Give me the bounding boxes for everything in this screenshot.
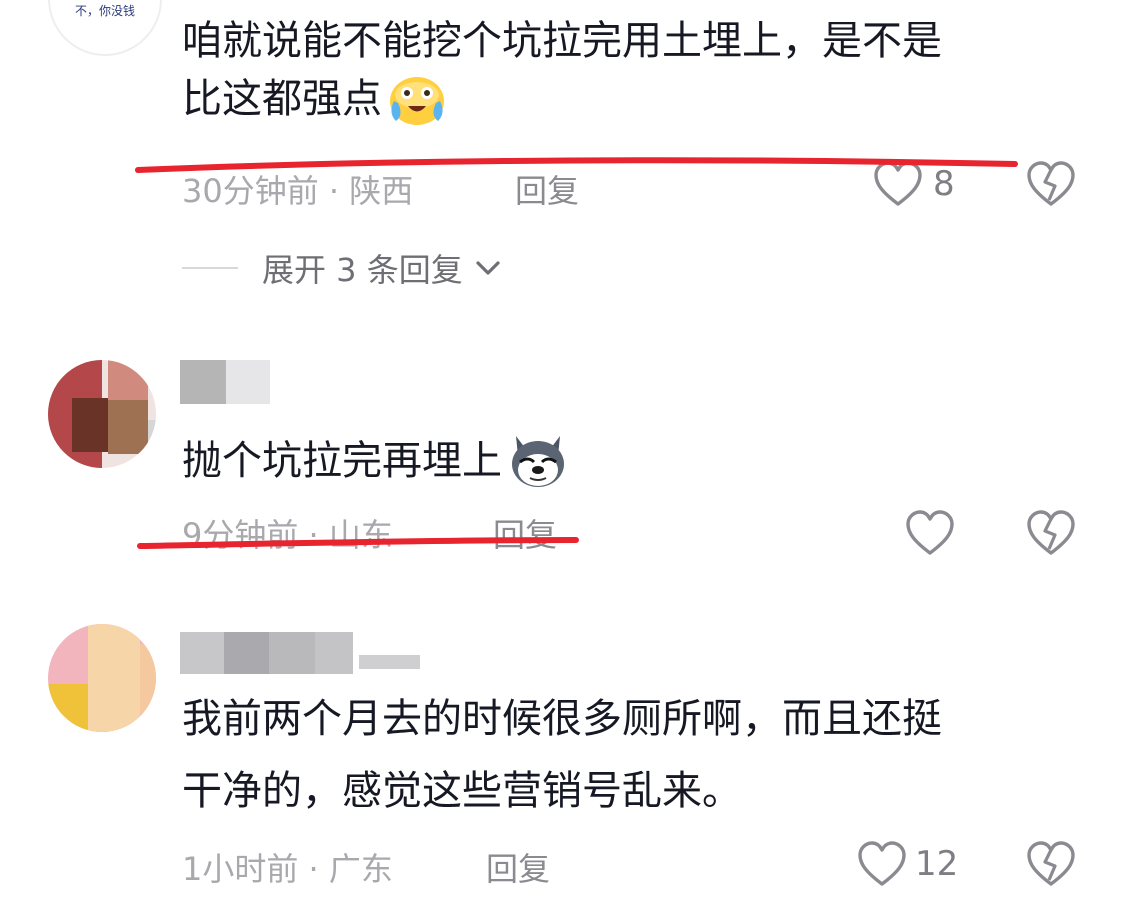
- comment-line: 我前两个月去的时候很多厕所啊，而且还挺: [182, 696, 942, 742]
- avatar[interactable]: [48, 360, 156, 468]
- username-blurred[interactable]: [180, 632, 420, 674]
- avatar-caption: 不，你没钱: [74, 4, 135, 18]
- dislike-button[interactable]: [1025, 160, 1077, 208]
- expand-replies-button[interactable]: 展开 3 条回复: [262, 245, 501, 291]
- like-button[interactable]: [872, 160, 924, 208]
- like-count: 12: [915, 844, 959, 884]
- like-button[interactable]: [856, 840, 908, 888]
- broken-heart-icon: [1027, 510, 1075, 555]
- comment-text: 我前两个月去的时候很多厕所啊，而且还挺 干净的，感觉这些营销号乱来。: [182, 690, 1082, 820]
- avatar[interactable]: [48, 624, 156, 732]
- dislike-button[interactable]: [1025, 509, 1077, 557]
- comment-line: 比这都强点: [182, 76, 382, 122]
- avatar[interactable]: 不，你没钱: [48, 0, 162, 56]
- timestamp-location: 9分钟前 · 山东: [182, 516, 393, 554]
- chevron-down-icon: [475, 258, 501, 278]
- like-count: 8: [933, 164, 955, 204]
- reply-button[interactable]: 回复: [515, 166, 579, 212]
- broken-heart-icon: [1027, 841, 1075, 886]
- comment-text: 抛个坑拉完再埋上: [182, 432, 570, 490]
- husky-dog-emoji-icon: [506, 432, 570, 490]
- expand-divider: [182, 267, 238, 269]
- expand-replies-label: 展开 3 条回复: [262, 251, 463, 289]
- timestamp-location: 30分钟前 · 陕西: [182, 172, 414, 210]
- comment-line: 干净的，感觉这些营销号乱来。: [182, 768, 742, 814]
- crying-laughing-emoji-icon: [386, 71, 448, 127]
- heart-icon: [874, 161, 922, 206]
- heart-icon: [858, 841, 906, 886]
- heart-icon: [906, 510, 954, 555]
- reply-button[interactable]: 回复: [486, 844, 550, 890]
- timestamp-location: 1小时前 · 广东: [182, 850, 393, 888]
- comment-text: 咱就说能不能挖个坑拉完用土埋上，是不是 比这都强点: [182, 12, 1082, 128]
- username-blurred[interactable]: [180, 360, 270, 404]
- dislike-button[interactable]: [1025, 840, 1077, 888]
- like-button[interactable]: [904, 509, 956, 557]
- broken-heart-icon: [1027, 161, 1075, 206]
- reply-button[interactable]: 回复: [493, 510, 557, 556]
- comment-line: 抛个坑拉完再埋上: [182, 438, 502, 484]
- comment-line: 咱就说能不能挖个坑拉完用土埋上，是不是: [182, 18, 942, 64]
